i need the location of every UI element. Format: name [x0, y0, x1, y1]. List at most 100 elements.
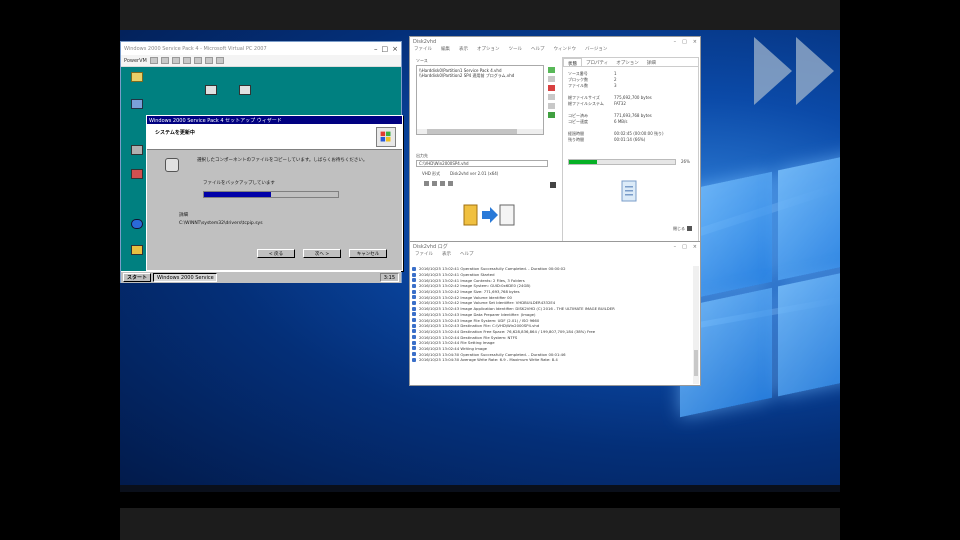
remove-icon[interactable]: [548, 85, 555, 91]
log-text: 2016/10/25 13:04:30 Average Write Rate: …: [419, 357, 558, 363]
vm-toolbar-label[interactable]: PowerVM: [124, 58, 147, 64]
log-title: Disk2vhd ログ: [413, 244, 448, 250]
tab-properties[interactable]: プロパティ: [582, 58, 612, 66]
toolbar-button-icon[interactable]: [215, 57, 224, 64]
toolbar-button-icon[interactable]: [204, 57, 213, 64]
menu-item[interactable]: ツール: [509, 46, 523, 54]
tab-status[interactable]: 状態: [563, 58, 582, 67]
dest-field[interactable]: C:\VHD\Win2000SP4.vhd: [416, 160, 548, 167]
bottom-bar: [120, 508, 840, 540]
program-icon[interactable]: [131, 169, 143, 179]
progress-text: 26%: [681, 159, 690, 164]
app-title-bar[interactable]: Disk2vhd – □ ×: [410, 37, 700, 46]
network-icon[interactable]: [131, 99, 143, 109]
back-button[interactable]: < 戻る: [257, 249, 295, 258]
add-icon[interactable]: [548, 67, 555, 73]
tab-details[interactable]: 詳細: [643, 58, 660, 66]
menu-item[interactable]: 表示: [442, 251, 451, 258]
info-icon: [412, 329, 416, 334]
next-button[interactable]: 次へ >: [303, 249, 341, 258]
log-text: 2016/10/25 13:02:44 File Setting Image: [419, 340, 495, 346]
source-list[interactable]: \\Harddisk0\Partition1 Service Pack 4.vh…: [416, 65, 544, 135]
minimize-icon[interactable]: –: [674, 244, 677, 250]
log-text: 2016/10/25 13:02:42 Image Volume Set Ide…: [419, 300, 556, 306]
log-window[interactable]: Disk2vhd ログ – □ × ファイル 表示 ヘルプ 2016/10/25…: [409, 241, 701, 386]
taskbar-item[interactable]: Windows 2000 Service: [153, 273, 218, 282]
minimize-icon[interactable]: –: [674, 39, 677, 45]
recycle-bin-icon[interactable]: [131, 145, 143, 155]
maximize-icon[interactable]: □: [682, 244, 687, 250]
toolbar-button-icon[interactable]: [149, 57, 158, 64]
info-icon: [412, 335, 416, 340]
maximize-icon[interactable]: □: [682, 39, 687, 45]
menu-item[interactable]: ヘルプ: [460, 251, 474, 258]
check-icon[interactable]: [548, 112, 555, 118]
copy-to-vhd-icon: [463, 204, 515, 226]
up-icon[interactable]: [548, 94, 555, 100]
clock: 3:15: [379, 273, 399, 282]
vm-toolbar: PowerVM: [121, 55, 401, 67]
vm-title-bar[interactable]: Windows 2000 Service Pack 4 - Microsoft …: [121, 42, 401, 55]
computer-icon[interactable]: [239, 85, 251, 95]
option-toolbar: [424, 181, 453, 186]
info-icon: [412, 352, 416, 357]
log-list[interactable]: 2016/10/25 13:02:41 Operation Successful…: [412, 266, 692, 384]
copy-progress-bar: [568, 159, 676, 165]
top-bar: [120, 0, 840, 30]
log-text: 2016/10/25 13:02:42 Image System: GUID:0…: [419, 283, 531, 289]
toolbar-button-icon[interactable]: [171, 57, 180, 64]
log-text: 2016/10/25 13:02:43 Image Data Preparer …: [419, 311, 536, 317]
menu-item[interactable]: ヘルプ: [531, 46, 545, 54]
tool-icon[interactable]: [432, 181, 437, 186]
info-icon: [412, 266, 416, 271]
menu-item[interactable]: ファイル: [415, 251, 433, 258]
folder-icon[interactable]: [131, 72, 143, 82]
stat-row: 総ファイルシステム FAT32: [568, 101, 626, 106]
outlook-icon[interactable]: [131, 245, 143, 255]
menu-item[interactable]: ファイル: [414, 46, 432, 54]
toolbar-button-icon[interactable]: [160, 57, 169, 64]
tool-icon[interactable]: [424, 181, 429, 186]
minimize-icon[interactable]: –: [374, 45, 378, 53]
list-item[interactable]: \\Harddisk0\Partition2 SP4 適用前 プログラム.vhd: [419, 73, 541, 78]
menu-item[interactable]: オプション: [477, 46, 500, 54]
start-button[interactable]: スタート: [123, 273, 152, 282]
tool-icon[interactable]: [440, 181, 445, 186]
log-line[interactable]: 2016/10/25 13:04:30 Average Write Rate: …: [412, 357, 692, 363]
close-button[interactable]: 閉じる: [673, 226, 685, 232]
video-frame: Windows 2000 Service Pack 4 - Microsoft …: [0, 0, 960, 540]
maximize-icon[interactable]: □: [382, 45, 389, 53]
edit-icon[interactable]: [548, 76, 555, 82]
settings-icon[interactable]: [550, 182, 556, 188]
info-icon: [412, 318, 416, 323]
menu-item[interactable]: バージョン: [585, 46, 607, 54]
setup-wizard-dialog[interactable]: Windows 2000 Service Pack 4 セットアップ ウィザード…: [146, 115, 403, 271]
toolbar-button-icon[interactable]: [182, 57, 191, 64]
tool-icon[interactable]: [448, 181, 453, 186]
tab-options[interactable]: オプション: [612, 58, 643, 66]
menu-item[interactable]: ウィンドウ: [554, 46, 577, 54]
tab-strip: 状態 プロパティ オプション 詳細: [563, 58, 698, 67]
log-title-bar[interactable]: Disk2vhd ログ – □ ×: [410, 242, 700, 251]
info-icon: [412, 289, 416, 294]
disk2vhd-window[interactable]: Disk2vhd – □ × ファイル 編集 表示 オプション ツール ヘルプ …: [409, 36, 701, 262]
computer-icon[interactable]: [205, 85, 217, 95]
cancel-button[interactable]: キャンセル: [349, 249, 387, 258]
help-icon[interactable]: [687, 226, 692, 231]
ie-icon[interactable]: [131, 219, 143, 229]
close-icon[interactable]: ×: [693, 244, 697, 250]
virtual-machine-window[interactable]: Windows 2000 Service Pack 4 - Microsoft …: [120, 41, 403, 283]
info-icon: [412, 312, 416, 317]
log-text: 2016/10/25 13:02:41 Operation Started: [419, 272, 495, 278]
down-icon[interactable]: [548, 103, 555, 109]
close-icon[interactable]: ×: [392, 45, 398, 53]
log-scrollbar[interactable]: [693, 266, 699, 384]
info-icon: [412, 340, 416, 345]
close-icon[interactable]: ×: [693, 39, 697, 45]
menu-item[interactable]: 表示: [459, 46, 468, 54]
dest-label: 出力先: [416, 153, 428, 158]
log-text: 2016/10/25 13:02:43 Destination File: C:…: [419, 323, 540, 329]
menu-item[interactable]: 編集: [441, 46, 450, 54]
list-scrollbar[interactable]: [417, 129, 543, 134]
toolbar-button-icon[interactable]: [193, 57, 202, 64]
